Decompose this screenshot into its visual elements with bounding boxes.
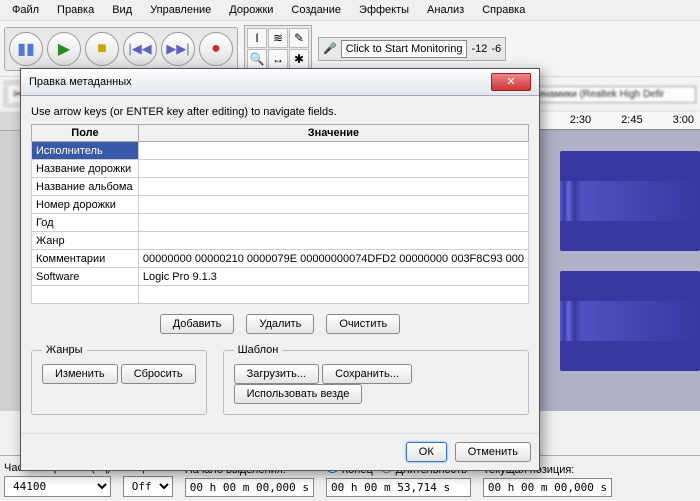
audio-position-value[interactable]: 00 h 00 m 00,000 s	[483, 478, 612, 497]
table-row[interactable]: Исполнитель	[32, 142, 529, 160]
draw-tool-icon[interactable]: ✎	[289, 28, 309, 48]
table-row[interactable]: Название альбома	[32, 178, 529, 196]
waveform-channel-1	[560, 151, 700, 251]
menu-bar: Файл Правка Вид Управление Дорожки Созда…	[0, 0, 700, 21]
snap-select[interactable]: Off	[123, 476, 173, 497]
menu-effects[interactable]: Эффекты	[351, 2, 417, 18]
selection-tool-icon[interactable]: I	[247, 28, 267, 48]
menu-generate[interactable]: Создание	[283, 2, 349, 18]
timeshift-tool-icon[interactable]: ↔	[268, 49, 288, 69]
meter-tick: -12	[471, 43, 487, 55]
menu-view[interactable]: Вид	[104, 2, 140, 18]
menu-edit[interactable]: Правка	[49, 2, 102, 18]
selection-start-value[interactable]: 00 h 00 m 00,000 s	[185, 478, 314, 497]
timeline-tick: 2:45	[621, 114, 642, 126]
menu-file[interactable]: Файл	[4, 2, 47, 18]
metadata-table: Поле Значение Исполнитель Название дорож…	[31, 124, 529, 304]
column-value: Значение	[138, 125, 528, 142]
dialog-hint: Use arrow keys (or ENTER key after editi…	[31, 106, 529, 118]
menu-analyze[interactable]: Анализ	[419, 2, 472, 18]
table-row[interactable]: Год	[32, 214, 529, 232]
template-save-button[interactable]: Сохранить...	[322, 364, 412, 384]
genres-reset-button[interactable]: Сбросить	[121, 364, 196, 384]
cancel-button[interactable]: Отменить	[455, 442, 531, 462]
table-row[interactable]: Название дорожки	[32, 160, 529, 178]
close-button[interactable]: ✕	[491, 73, 531, 91]
timeline-tick: 2:30	[570, 114, 591, 126]
table-row[interactable]: Номер дорожки	[32, 196, 529, 214]
play-button[interactable]: ▶	[47, 32, 81, 66]
stop-button[interactable]: ■	[85, 32, 119, 66]
column-field: Поле	[32, 125, 139, 142]
transport-controls: ▮▮ ▶ ■ |◀◀ ▶▶| ●	[4, 27, 238, 71]
genres-edit-button[interactable]: Изменить	[42, 364, 118, 384]
template-legend: Шаблон	[234, 344, 283, 356]
dialog-title: Правка метаданных	[29, 76, 132, 88]
table-row[interactable]: SoftwareLogic Pro 9.1.3	[32, 268, 529, 286]
record-button[interactable]: ●	[199, 32, 233, 66]
multi-tool-icon[interactable]: ✱	[289, 49, 309, 69]
template-fieldset: Шаблон Загрузить... Сохранить... Использ…	[223, 344, 529, 415]
skip-start-button[interactable]: |◀◀	[123, 32, 157, 66]
pause-button[interactable]: ▮▮	[9, 32, 43, 66]
selection-end-value[interactable]: 00 h 00 m 53,714 s	[326, 478, 471, 497]
table-row[interactable]: Комментарии00000000 00000210 0000079E 00…	[32, 250, 529, 268]
ok-button[interactable]: ОК	[406, 442, 447, 462]
output-device-select[interactable]: Динамики (Realtek High Defir	[526, 86, 696, 103]
genres-fieldset: Жанры Изменить Сбросить	[31, 344, 207, 415]
template-load-button[interactable]: Загрузить...	[234, 364, 319, 384]
template-useall-button[interactable]: Использовать везде	[234, 384, 363, 404]
metadata-dialog: Правка метаданных ✕ Use arrow keys (or E…	[20, 68, 540, 471]
add-button[interactable]: Добавить	[160, 314, 235, 334]
zoom-tool-icon[interactable]: 🔍	[247, 49, 267, 69]
meter-tick: -6	[491, 43, 501, 55]
clear-button[interactable]: Очистить	[326, 314, 400, 334]
waveform-channel-2	[560, 271, 700, 371]
input-meter[interactable]: Click to Start Monitoring	[341, 40, 468, 58]
tool-palette: I ≋ ✎ 🔍 ↔ ✱	[244, 25, 312, 72]
envelope-tool-icon[interactable]: ≋	[268, 28, 288, 48]
recording-meter: 🎤 Click to Start Monitoring -12 -6	[318, 37, 506, 61]
mic-icon: 🎤	[323, 42, 337, 55]
menu-tracks[interactable]: Дорожки	[221, 2, 281, 18]
skip-end-button[interactable]: ▶▶|	[161, 32, 195, 66]
menu-help[interactable]: Справка	[474, 2, 533, 18]
dialog-titlebar[interactable]: Правка метаданных ✕	[21, 69, 539, 96]
menu-transport[interactable]: Управление	[142, 2, 219, 18]
timeline-tick: 3:00	[673, 114, 694, 126]
project-rate-select[interactable]: 44100	[4, 476, 111, 497]
table-row[interactable]	[32, 286, 529, 304]
genres-legend: Жанры	[42, 344, 87, 356]
remove-button[interactable]: Удалить	[246, 314, 314, 334]
table-row[interactable]: Жанр	[32, 232, 529, 250]
